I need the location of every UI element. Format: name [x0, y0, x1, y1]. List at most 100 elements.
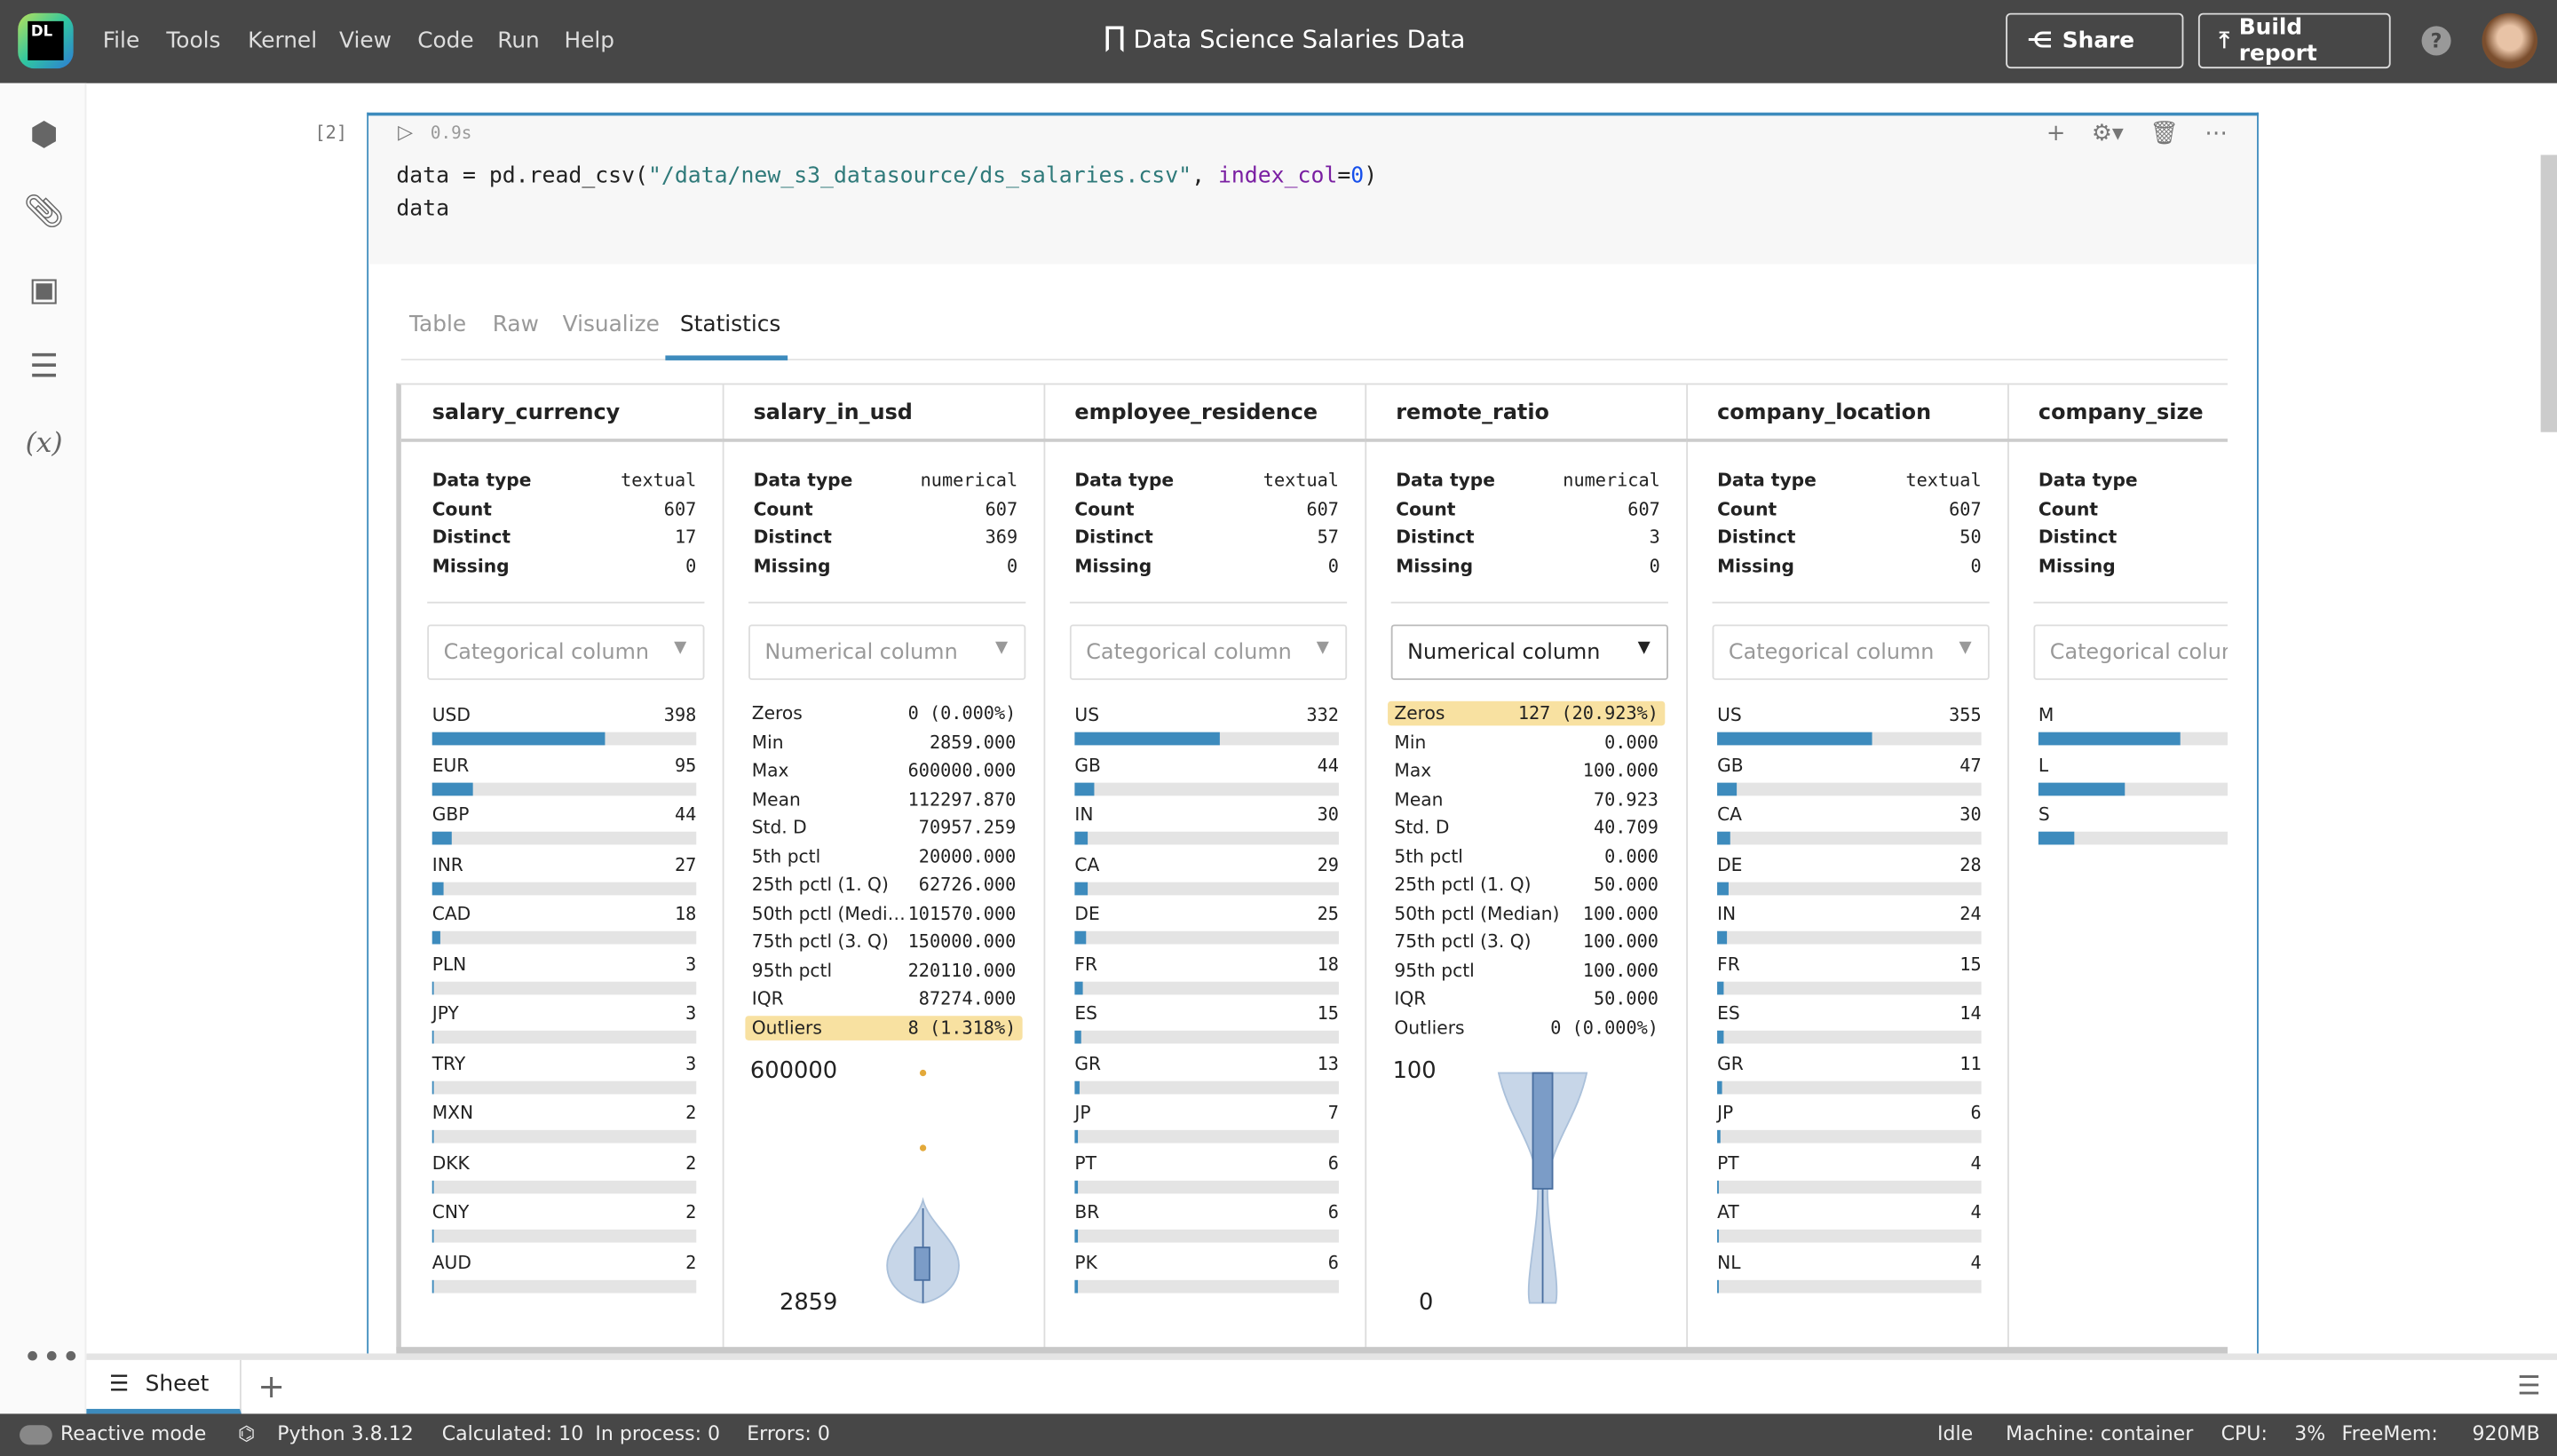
category-item: FR 18: [1074, 953, 1339, 975]
menu-icon[interactable]: ☰: [2517, 1370, 2540, 1401]
category-bar: [2038, 831, 2228, 845]
column-kind-select[interactable]: Categorical column▼: [1069, 624, 1348, 680]
run-icon[interactable]: ▷: [398, 121, 413, 144]
menu-run[interactable]: Run: [497, 28, 540, 53]
python-version[interactable]: Python 3.8.12: [277, 1422, 414, 1445]
stat-missing: Missing 0: [753, 555, 1018, 577]
plot-max-label: 100: [1392, 1058, 1437, 1085]
package-icon[interactable]: ⬢: [23, 113, 66, 155]
numeric-stat: Mean 112297.870: [751, 788, 1017, 810]
kernel-status: Idle: [1937, 1421, 1974, 1445]
horizontal-scrollbar[interactable]: [396, 1347, 2228, 1354]
menu-kernel[interactable]: Kernel: [248, 28, 317, 53]
category-item: DE 25: [1074, 903, 1339, 925]
category-item: FR 15: [1717, 953, 1982, 975]
category-item: GR 13: [1074, 1052, 1339, 1074]
numeric-stat: Zeros 0 (0.000%): [751, 702, 1017, 724]
column-kind-select[interactable]: Numerical column ▼: [748, 624, 1026, 680]
category-item: GR 11: [1717, 1052, 1982, 1074]
execution-time: 0.9s: [430, 123, 472, 144]
bookmark-icon: [1105, 26, 1124, 52]
tab-visualize[interactable]: Visualize: [563, 312, 660, 337]
column-remote_ratio: remote_ratio Data type numerical Count 607 Di…: [1365, 384, 1689, 1350]
code-editor[interactable]: ▷ 0.9s + ⚙▾ 🗑︎ ⋯ data = pd.read_csv("/data/…: [368, 115, 2258, 265]
tab-statistics[interactable]: Statistics: [680, 312, 780, 337]
menu-file[interactable]: File: [103, 28, 139, 53]
category-bar: [1074, 1229, 1339, 1243]
category-item: CA 29: [1074, 853, 1339, 875]
category-bar: [431, 781, 697, 795]
column-header[interactable]: company_location: [1686, 384, 2008, 442]
document-title[interactable]: Data Science Salaries Data: [1105, 25, 1465, 54]
numeric-stat: Max 600000.000: [751, 759, 1017, 781]
plot-max-label: 600000: [749, 1058, 838, 1085]
vertical-scrollbar[interactable]: [2540, 154, 2557, 432]
numeric-stat: Min 0.000: [1394, 731, 1658, 753]
category-bar: [1717, 930, 1982, 945]
build-report-button[interactable]: ⤒ Build report: [2197, 12, 2391, 69]
category-item: PT 6: [1074, 1151, 1339, 1174]
more-actions-icon[interactable]: ⋯: [2205, 121, 2228, 146]
tab-table[interactable]: Table: [409, 312, 466, 337]
menu-view[interactable]: View: [339, 28, 392, 53]
share-icon: ⋲: [2027, 28, 2053, 54]
column-kind-select[interactable]: Categorical column▼: [1712, 624, 1990, 680]
violin-plot: [1497, 1072, 1588, 1304]
errors-count: Errors: 0: [747, 1421, 830, 1445]
category-item: USD 398: [431, 704, 697, 726]
chevron-down-icon: ▼: [1959, 638, 1972, 658]
category-item: GB 47: [1717, 754, 1982, 776]
share-button[interactable]: ⋲ Share: [2006, 12, 2184, 69]
category-item: PK 6: [1074, 1251, 1339, 1273]
user-avatar[interactable]: [2482, 12, 2537, 69]
reactive-mode-toggle[interactable]: [20, 1425, 52, 1445]
column-salary_currency: salary_currency Data type textual Count 607 D…: [400, 384, 724, 1350]
category-bar: [1074, 1179, 1339, 1193]
column-header[interactable]: employee_residence: [1043, 384, 1366, 442]
category-item: GB 44: [1074, 754, 1339, 776]
numeric-stat: 75th pctl (3. Q) 150000.000: [751, 930, 1017, 953]
category-bar: [431, 1129, 697, 1143]
menu-help[interactable]: Help: [565, 28, 615, 53]
category-bar: [1717, 1278, 1982, 1293]
cpu-label: CPU:: [2221, 1421, 2268, 1445]
category-item: IN 24: [1717, 903, 1982, 925]
column-employee_residence: employee_residence Data type textual Count 6…: [1043, 384, 1367, 1350]
category-bar: [431, 980, 697, 994]
stat-missing: Missing 0: [1717, 555, 1982, 577]
add-cell-icon[interactable]: +: [2046, 121, 2066, 146]
reactive-mode-label: Reactive mode: [59, 1421, 207, 1445]
execution-count: [2]: [314, 122, 347, 144]
variables-icon[interactable]: (x): [23, 423, 66, 465]
menu-code[interactable]: Code: [417, 28, 473, 53]
numeric-stat: 50th pctl (Medi… 101570.000: [751, 902, 1017, 924]
category-bar: [1717, 1129, 1982, 1143]
column-header[interactable]: salary_in_usd: [722, 384, 1044, 442]
help-icon[interactable]: ?: [2421, 26, 2451, 56]
delete-icon[interactable]: 🗑︎: [2149, 121, 2179, 146]
app-logo[interactable]: DL: [18, 12, 74, 69]
sheet-tab[interactable]: ☰ Sheet: [86, 1359, 241, 1414]
chip-icon[interactable]: ▣: [23, 267, 66, 310]
chevron-down-icon: ▼: [674, 638, 687, 658]
column-header[interactable]: company_size: [2007, 384, 2228, 442]
column-header[interactable]: salary_currency: [400, 384, 723, 442]
add-sheet-button[interactable]: +: [257, 1366, 285, 1405]
tab-raw[interactable]: Raw: [493, 312, 539, 337]
column-kind-select[interactable]: Categorical column▼: [427, 624, 705, 680]
category-bar: [1074, 1278, 1339, 1293]
column-kind-select[interactable]: Categorical column▼: [2033, 624, 2228, 680]
menu-tools[interactable]: Tools: [166, 28, 220, 53]
outline-icon[interactable]: ☰: [23, 344, 66, 387]
python-icon[interactable]: ⚙▾: [2092, 121, 2124, 146]
category-item: US 355: [1717, 704, 1982, 726]
machine-label[interactable]: Machine: container: [2006, 1422, 2193, 1445]
column-kind-select[interactable]: Numerical column ▼: [1390, 624, 1668, 680]
column-header[interactable]: remote_ratio: [1365, 384, 1687, 442]
more-icon[interactable]: •••: [23, 1335, 81, 1378]
category-item: PLN 3: [431, 953, 697, 975]
stat-type: Data type textual: [1074, 469, 1339, 491]
paperclip-icon[interactable]: 📎︎: [23, 189, 66, 232]
category-bar: [1717, 980, 1982, 994]
category-item: DE 28: [1717, 853, 1982, 875]
